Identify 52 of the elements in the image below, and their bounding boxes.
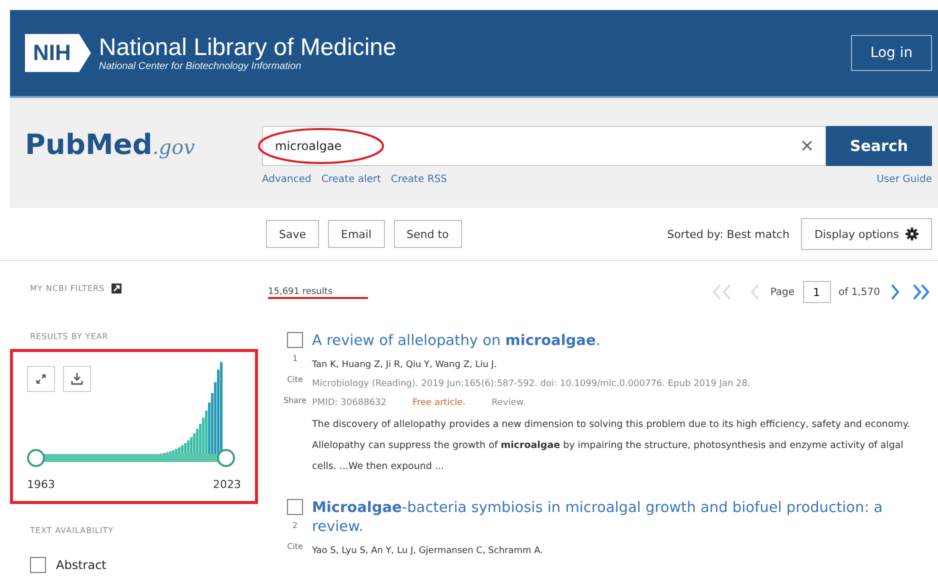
result-title[interactable]: A review of allelopathy on microalgae. <box>312 332 922 351</box>
search-link[interactable]: Create alert <box>321 174 381 185</box>
result-number: 2 <box>292 521 298 530</box>
download-icon <box>70 372 84 386</box>
filter-label[interactable]: Abstract <box>56 558 106 572</box>
authors: Tan K, Huang Z, Ji R, Qiu Y, Wang Z, Liu J. <box>312 360 498 370</box>
citation: Microbiology (Reading). 2019 Jun;165(6):587-592. doi: 10.1099/mic.0.000776. Epub 2019 Jan 28. <box>312 379 752 389</box>
display-options-button[interactable]: Display options <box>801 218 932 250</box>
expand-icon <box>35 373 47 385</box>
article-type: Review. <box>492 398 526 408</box>
action-button[interactable]: Send to <box>394 220 462 248</box>
checkbox[interactable] <box>30 557 46 573</box>
free-article-tag: Free article. <box>412 398 466 408</box>
login-button[interactable]: Log in <box>851 35 932 71</box>
clear-button[interactable]: × <box>789 132 825 160</box>
page-label: Page <box>770 286 795 298</box>
search-link[interactable]: Advanced <box>262 174 312 185</box>
year-range-slider[interactable] <box>27 449 235 467</box>
results-count: 15,691 results <box>268 287 333 297</box>
start-year: 1963 <box>27 478 55 491</box>
download-button[interactable] <box>63 366 91 392</box>
nih-logo[interactable]: NIH <box>25 34 91 72</box>
search-link[interactable]: Create RSS <box>390 174 447 185</box>
pubmed-logo[interactable]: PubMed <box>25 128 152 161</box>
end-year: 2023 <box>213 478 241 491</box>
result-action[interactable]: Share <box>283 396 307 405</box>
settings-icon <box>905 227 919 241</box>
user-guide-link[interactable]: User Guide <box>876 174 932 185</box>
filters-heading[interactable]: MY NCBI FILTERS <box>30 284 105 293</box>
expand-button[interactable] <box>27 366 55 392</box>
result-checkbox[interactable] <box>287 332 303 348</box>
pmid: PMID: 30688632 <box>312 398 386 408</box>
action-button[interactable]: Save <box>266 220 320 248</box>
result-checkbox[interactable] <box>287 499 303 515</box>
action-button[interactable]: Email <box>328 220 385 248</box>
logo-suffix[interactable]: .gov <box>152 135 195 159</box>
result-action[interactable]: Cite <box>287 375 303 384</box>
sort-label[interactable]: Sorted by: Best match <box>667 228 790 240</box>
search-button[interactable]: Search <box>826 126 932 166</box>
external-link-icon[interactable] <box>110 283 122 294</box>
abstract-snippet: The discovery of allelopathy provides a new dimension to solving this problem due to its high efficiency, safety and economy. Allelopathy can suppress the growth of microalgae by impairing the structure, photosynthesis and enzyme activity of algal cells. ...We then expound ... <box>312 418 912 474</box>
site-subtitle: National Center for Biotechnology Information <box>98 60 302 72</box>
result-action[interactable]: Cite <box>287 542 303 551</box>
authors: Yao S, Lyu S, An Y, Lu J, Gjermansen C, Schramm A. <box>312 546 544 556</box>
results-by-year-heading: RESULTS BY YEAR <box>30 332 110 341</box>
result-number: 1 <box>292 354 298 363</box>
text-availability-heading: TEXT AVAILABILITY <box>30 526 115 535</box>
page-total: of 1,570 <box>838 286 880 298</box>
page-input[interactable]: 1 <box>802 281 831 303</box>
site-title: National Library of Medicine <box>98 34 396 60</box>
last-page-icon[interactable] <box>910 283 932 301</box>
result-title[interactable]: Microalgae-bacteria symbiosis in microalgal growth and biofuel production: a review. <box>312 499 922 537</box>
